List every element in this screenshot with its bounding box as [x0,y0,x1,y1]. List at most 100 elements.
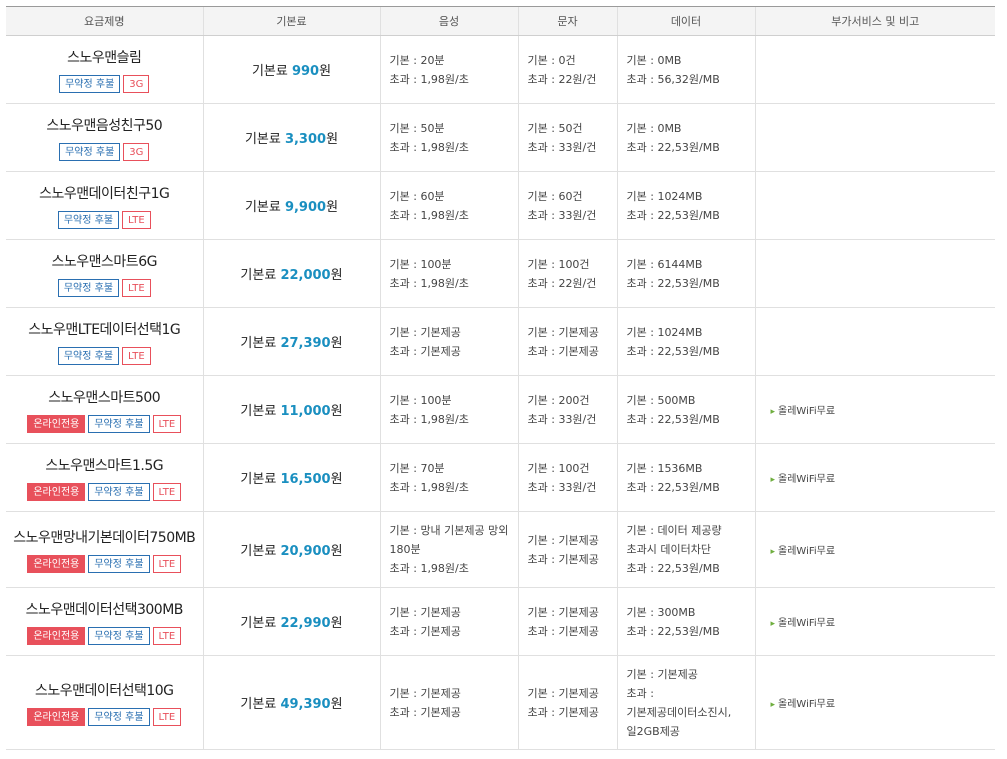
voice-cell: 기본 : 기본제공 초과 : 기본제공 [379,307,518,376]
table-row[interactable]: 스노우맨데이터선택10G 온라인전용 무약정 후불 LTE 기본료 49,390원 기본 … [6,655,995,750]
extra-service-text: 올레WiFi무료 [778,406,836,417]
fee-amount: 9,900 [284,200,327,215]
data-line: 초과 : 22,53원/MB [626,624,720,638]
voice-cell: 기본 : 기본제공 초과 : 기본제공 [379,655,518,750]
fee-prefix: 기본료 [240,268,281,283]
data-cell: 기본 : 300MB 초과 : 22,53원/MB [616,587,755,656]
extra-services-cell [754,171,995,240]
table-row[interactable]: 스노우맨스마트6G 무약정 후불 LTE 기본료 22,000원 기본 : 100분 초과… [6,239,995,308]
no-contract-badge: 무약정 후불 [57,278,120,297]
data-cell: 기본 : 500MB 초과 : 22,53원/MB [616,375,755,444]
voice-line: 초과 : 기본제공 [389,344,461,358]
data-line: 기본 : 6144MB [626,257,703,271]
fee-prefix: 기본료 [240,544,281,559]
table-row[interactable]: 스노우맨LTE데이터선택1G 무약정 후불 LTE 기본료 27,390원 기본 : 기… [6,307,995,376]
bullet-arrow-icon: ▸ [770,619,776,629]
base-fee-cell: 기본료 22,000원 [202,239,380,308]
data-line: 초과 : 56,32원/MB [626,72,720,86]
table-row[interactable]: 스노우맨망내기본데이터750MB 온라인전용 무약정 후불 LTE 기본료 20,900… [6,511,995,588]
sms-cell: 기본 : 기본제공 초과 : 기본제공 [517,655,617,750]
voice-line: 초과 : 1,98원/초 [389,208,469,222]
plan-name[interactable]: 스노우맨스마트500 [6,387,203,407]
extra-services-cell: ▸ 올레WiFi무료 [754,375,995,444]
sms-line: 기본 : 100건 [527,461,590,475]
fee-prefix: 기본료 [244,132,285,147]
voice-line: 180분 [389,543,421,556]
table-row[interactable]: 스노우맨데이터선택300MB 온라인전용 무약정 후불 LTE 기본료 22,990원 기… [6,587,995,656]
plan-cell: 스노우맨망내기본데이터750MB 온라인전용 무약정 후불 LTE [6,511,203,588]
table-row[interactable]: 스노우맨스마트500 온라인전용 무약정 후불 LTE 기본료 11,000원 기본 : … [6,375,995,444]
plan-name[interactable]: 스노우맨스마트6G [6,251,203,271]
table-row[interactable]: 스노우맨스마트1.5G 온라인전용 무약정 후불 LTE 기본료 16,500원 기본 :… [6,443,995,512]
data-line: 기본 : 데이터 제공량 [626,524,722,537]
voice-cell: 기본 : 기본제공 초과 : 기본제공 [379,587,518,656]
data-line: 기본제공데이터소진시, [626,705,732,719]
data-line: 초과 : 22,53원/MB [626,412,720,426]
base-fee-cell: 기본료 27,390원 [202,307,380,376]
voice-cell: 기본 : 망내 기본제공 망외 180분 초과 : 1,98원/초 [379,511,518,588]
voice-line: 기본 : 70분 [389,461,445,475]
data-cell: 기본 : 0MB 초과 : 22,53원/MB [616,103,755,172]
sms-line: 초과 : 33원/건 [527,140,597,154]
plan-name[interactable]: 스노우맨음성친구50 [6,115,203,135]
sms-line: 기본 : 0건 [527,53,576,67]
data-line: 초과시 데이터차단 [626,543,711,556]
sms-line: 기본 : 기본제공 [527,533,599,547]
sms-line: 초과 : 22원/건 [527,276,597,290]
fee-suffix: 원 [330,472,343,487]
plan-cell: 스노우맨스마트500 온라인전용 무약정 후불 LTE [6,375,203,444]
sms-line: 초과 : 33원/건 [527,480,597,494]
sms-cell: 기본 : 50건 초과 : 33원/건 [517,103,617,172]
base-fee-cell: 기본료 11,000원 [202,375,380,444]
fee-prefix: 기본료 [251,64,292,79]
table-row[interactable]: 스노우맨슬림 무약정 후불 3G 기본료 990원 기본 : 20분 초과 : 1,98원… [6,35,995,104]
plan-name[interactable]: 스노우맨데이터선택10G [6,680,203,700]
network-badge: 3G [123,74,150,93]
plan-badges: 무약정 후불 LTE [6,346,203,365]
voice-line: 기본 : 20분 [389,53,445,67]
table-row[interactable]: 스노우맨데이터친구1G 무약정 후불 LTE 기본료 9,900원 기본 : 60분 초과… [6,171,995,240]
plan-badges: 온라인전용 무약정 후불 LTE [6,626,203,645]
plan-cell: 스노우맨데이터선택300MB 온라인전용 무약정 후불 LTE [6,587,203,656]
sms-line: 초과 : 기본제공 [527,624,599,638]
plan-name[interactable]: 스노우맨데이터친구1G [6,183,203,203]
data-line: 초과 : 22,53원/MB [626,480,720,494]
voice-line: 기본 : 100분 [389,393,452,407]
sms-cell: 기본 : 60건초과 : 33원/건 [517,171,617,240]
network-badge: LTE [152,626,182,645]
sms-line: 기본 : 기본제공 [527,686,599,700]
sms-line: 초과 : 33원/건 [527,208,597,222]
data-line: 초과 : 22,53원/MB [626,140,720,154]
data-cell: 기본 : 1024MB 초과 : 22,53원/MB [616,171,755,240]
network-badge: LTE [152,554,182,573]
voice-line: 초과 : 1,98원/초 [389,140,469,154]
voice-cell: 기본 : 60분 초과 : 1,98원/초 [379,171,518,240]
data-line: 초과 : 22,53원/MB [626,344,720,358]
table-row[interactable]: 스노우맨음성친구50 무약정 후불 3G 기본료 3,300원 기본 : 50분 초과 :… [6,103,995,172]
base-fee-cell: 기본료 3,300원 [202,103,380,172]
data-line: 기본 : 1536MB [626,461,703,475]
data-line: 기본 : 0MB [626,121,682,135]
plan-cell: 스노우맨슬림 무약정 후불 3G [6,35,203,104]
no-contract-badge: 무약정 후불 [59,142,121,161]
plan-cell: 스노우맨데이터친구1G 무약정 후불 LTE [6,171,203,240]
data-cell: 기본 : 기본제공 초과 : 기본제공데이터소진시, 일2GB제공 [616,655,755,750]
data-line: 일2GB제공 [626,724,680,738]
header-data: 데이터 [616,6,755,36]
no-contract-badge: 무약정 후불 [88,626,150,645]
base-fee-cell: 기본료 990원 [202,35,380,104]
plan-cell: 스노우맨데이터선택10G 온라인전용 무약정 후불 LTE [6,655,203,750]
voice-line: 초과 : 1,98원/초 [389,412,469,426]
fee-amount: 20,900 [280,544,331,559]
plan-name[interactable]: 스노우맨망내기본데이터750MB [6,527,203,547]
voice-cell: 기본 : 20분 초과 : 1,98원/초 [379,35,518,104]
plan-name[interactable]: 스노우맨LTE데이터선택1G [6,319,203,339]
sms-line: 기본 : 60건 [527,189,583,203]
plan-name[interactable]: 스노우맨스마트1.5G [6,455,203,475]
plan-name[interactable]: 스노우맨슬림 [6,47,203,67]
network-badge: LTE [122,210,151,229]
data-cell: 기본 : 데이터 제공량 초과시 데이터차단 초과 : 22,53원/MB [616,511,755,588]
bullet-arrow-icon: ▸ [770,700,776,710]
sms-line: 초과 : 기본제공 [527,344,599,358]
plan-name[interactable]: 스노우맨데이터선택300MB [6,599,203,619]
